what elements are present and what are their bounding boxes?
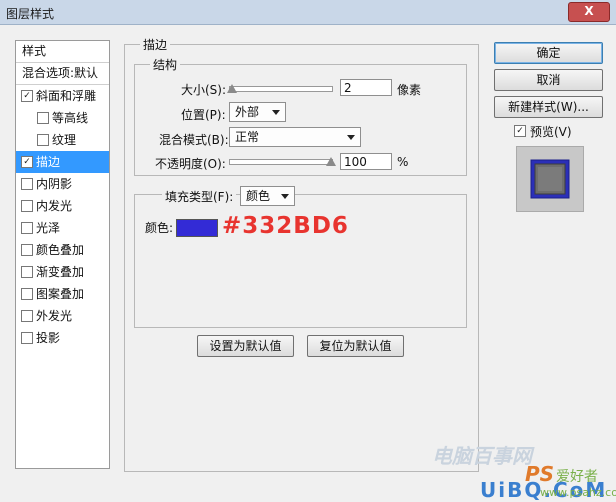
pattern-overlay-checkbox[interactable] <box>21 288 33 300</box>
blend-options-item[interactable]: 混合选项:默认 <box>16 63 109 85</box>
chevron-down-icon <box>281 194 289 199</box>
size-label: 大小(S): <box>181 83 227 97</box>
style-item-label: 投影 <box>36 331 61 345</box>
new-style-button[interactable]: 新建样式(W)... <box>494 96 603 118</box>
opacity-slider[interactable] <box>229 159 333 165</box>
style-item-gradient-overlay[interactable]: 渐变叠加 <box>16 261 109 283</box>
title-bar: 图层样式 X <box>0 0 616 25</box>
opacity-label: 不透明度(O): <box>155 157 226 171</box>
size-slider[interactable] <box>229 86 333 92</box>
position-value: 外部 <box>235 105 260 119</box>
structure-title: 结构 <box>150 56 181 73</box>
style-item-stroke[interactable]: ✓ 描边 <box>16 151 109 173</box>
styles-list: 样式 混合选项:默认 ✓ 斜面和浮雕 等高线 纹理 ✓ 描边 内阴影 内发光 光… <box>15 40 110 469</box>
style-item-drop-shadow[interactable]: 投影 <box>16 327 109 349</box>
set-default-button[interactable]: 设置为默认值 <box>197 335 294 357</box>
blend-mode-label: 混合模式(B): <box>159 133 229 147</box>
style-item-contour[interactable]: 等高线 <box>16 107 109 129</box>
cancel-button[interactable]: 取消 <box>494 69 603 91</box>
reset-default-button[interactable]: 复位为默认值 <box>307 335 404 357</box>
opacity-input[interactable]: 100 <box>340 153 392 170</box>
style-item-color-overlay[interactable]: 颜色叠加 <box>16 239 109 261</box>
satin-checkbox[interactable] <box>21 222 33 234</box>
style-item-label: 描边 <box>36 155 61 169</box>
style-item-inner-shadow[interactable]: 内阴影 <box>16 173 109 195</box>
style-item-outer-glow[interactable]: 外发光 <box>16 305 109 327</box>
chevron-down-icon <box>347 135 355 140</box>
stroke-checkbox[interactable]: ✓ <box>21 156 33 168</box>
contour-checkbox[interactable] <box>37 112 49 124</box>
fill-type-label: 填充类型(F): <box>162 188 237 205</box>
opacity-unit: % <box>397 155 409 169</box>
size-unit: 像素 <box>397 83 422 97</box>
bevel-emboss-checkbox[interactable]: ✓ <box>21 90 33 102</box>
size-input[interactable]: 2 <box>340 79 392 96</box>
blend-mode-value: 正常 <box>235 130 260 144</box>
style-item-label: 渐变叠加 <box>36 265 85 279</box>
position-select[interactable]: 外部 <box>229 102 286 122</box>
styles-header[interactable]: 样式 <box>16 41 109 63</box>
opacity-slider-thumb[interactable] <box>326 157 336 166</box>
blend-mode-select[interactable]: 正常 <box>229 127 361 147</box>
style-item-label: 内发光 <box>36 199 73 213</box>
style-item-texture[interactable]: 纹理 <box>16 129 109 151</box>
style-item-label: 图案叠加 <box>36 287 85 301</box>
style-item-label: 内阴影 <box>36 177 73 191</box>
position-label: 位置(P): <box>181 108 226 122</box>
color-overlay-checkbox[interactable] <box>21 244 33 256</box>
size-slider-thumb[interactable] <box>227 84 237 93</box>
url-watermark: www.psahz.com <box>540 486 616 499</box>
color-label: 颜色: <box>145 221 174 235</box>
style-item-label: 外发光 <box>36 309 73 323</box>
chevron-down-icon <box>272 110 280 115</box>
style-item-label: 颜色叠加 <box>36 243 85 257</box>
color-hex-annotation: #332BD6 <box>222 213 349 239</box>
inner-glow-checkbox[interactable] <box>21 200 33 212</box>
style-item-pattern-overlay[interactable]: 图案叠加 <box>16 283 109 305</box>
style-item-label: 光泽 <box>36 221 61 235</box>
preview-checkbox[interactable]: ✓ <box>514 125 526 137</box>
gradient-overlay-checkbox[interactable] <box>21 266 33 278</box>
inner-shadow-checkbox[interactable] <box>21 178 33 190</box>
stroke-section-title: 描边 <box>140 36 171 53</box>
outer-glow-checkbox[interactable] <box>21 310 33 322</box>
site-watermark: 电脑百事网 <box>432 444 532 468</box>
window-title: 图层样式 <box>6 7 55 21</box>
fill-type-value: 颜色 <box>246 189 271 203</box>
style-item-label: 等高线 <box>52 111 89 125</box>
style-item-label: 斜面和浮雕 <box>36 89 97 103</box>
preview-square-icon <box>530 159 570 199</box>
layer-style-dialog: 图层样式 X 样式 混合选项:默认 ✓ 斜面和浮雕 等高线 纹理 ✓ 描边 内阴… <box>0 0 616 502</box>
style-item-label: 纹理 <box>52 133 77 147</box>
style-item-satin[interactable]: 光泽 <box>16 217 109 239</box>
style-item-bevel-emboss[interactable]: ✓ 斜面和浮雕 <box>16 85 109 107</box>
texture-checkbox[interactable] <box>37 134 49 146</box>
style-preview-thumbnail <box>516 146 584 212</box>
ok-button[interactable]: 确定 <box>494 42 603 64</box>
close-button[interactable]: X <box>568 2 610 22</box>
preview-label: 预览(V) <box>530 125 572 139</box>
color-swatch[interactable] <box>176 219 218 237</box>
fill-type-select[interactable]: 颜色 <box>240 186 295 206</box>
drop-shadow-checkbox[interactable] <box>21 332 33 344</box>
style-item-inner-glow[interactable]: 内发光 <box>16 195 109 217</box>
